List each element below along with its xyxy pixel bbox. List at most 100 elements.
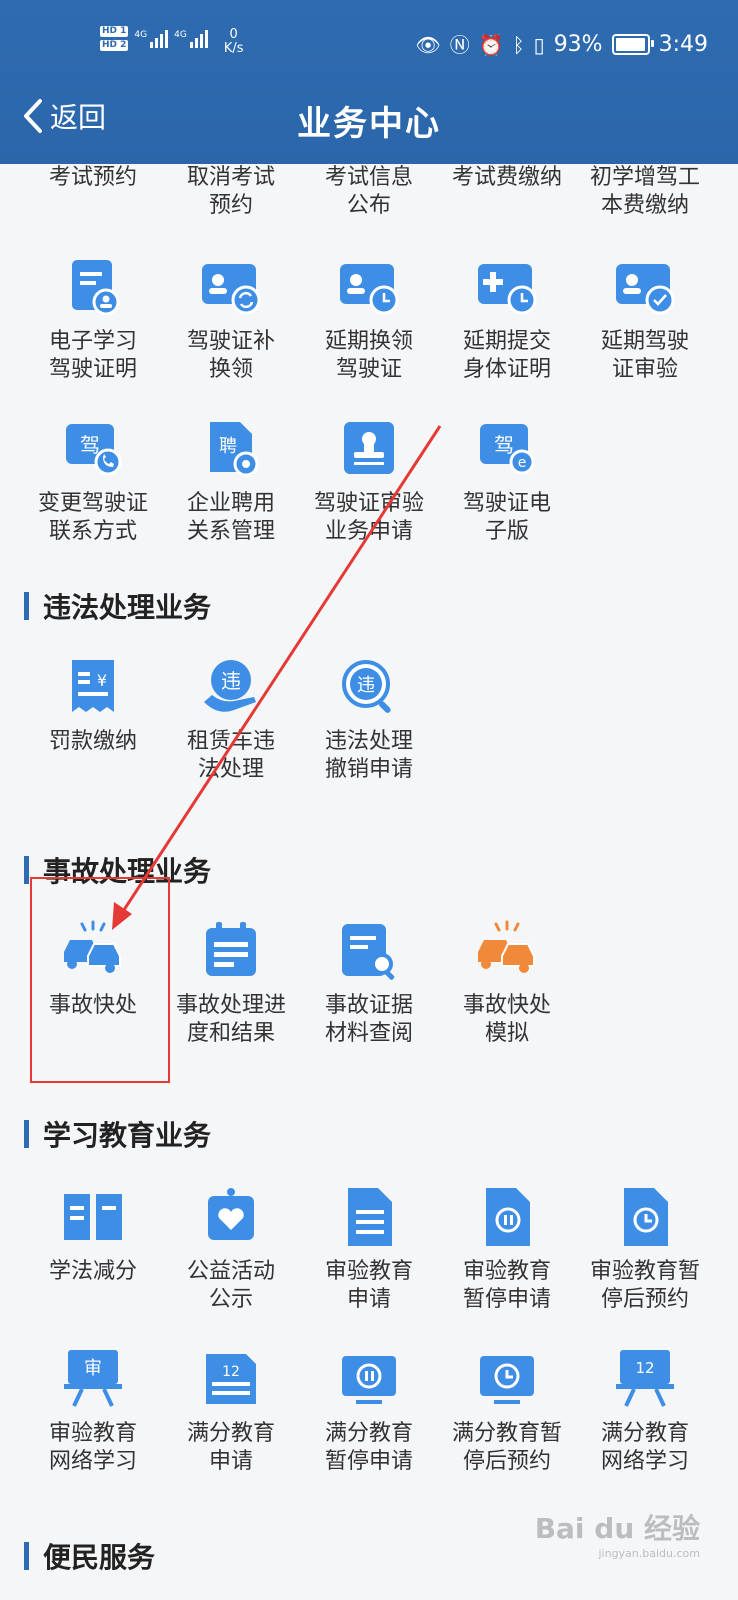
service-charity[interactable]: 公益活动 公示 [162, 1174, 300, 1336]
service-label: 驾驶证电 子版 [462, 491, 551, 544]
service-label: 审验教育 网络学习 [48, 1421, 137, 1474]
clock-time: 3:49 [658, 32, 708, 57]
hd2-badge: HD 2 [100, 40, 129, 51]
nav-bar: 返回 业务中心 [0, 92, 738, 148]
service-label: 事故处理进 度和结果 [175, 993, 286, 1046]
bluetooth-icon: ᛒ [512, 32, 525, 57]
section-label: 便民服务 [43, 1541, 156, 1574]
service-change-contact[interactable]: 驾 变更驾驶证 联系方式 [24, 406, 162, 568]
net1-label: 4G [134, 30, 148, 40]
service-rental-violation[interactable]: 违 租赁车违 法处理 [162, 644, 300, 806]
svg-text:12: 12 [635, 1359, 654, 1377]
service-label: 延期提交 身体证明 [462, 329, 551, 382]
service-delay-renewal[interactable]: 延期换领 驾驶证 [300, 244, 438, 406]
driver-license-grid: 电子学习 驾驶证明 驾驶证补 换领 延期换领 驾驶证 延期提交 身体证明 延期驾… [24, 244, 714, 568]
service-label: 满分教育 网络学习 [600, 1421, 689, 1474]
hd1-badge: HD 1 [100, 26, 129, 37]
service-label: 审验教育 申请 [324, 1259, 413, 1312]
service-label: 变更驾驶证 联系方式 [37, 491, 148, 544]
battery-percent: 93% [553, 32, 603, 57]
content: 考试预约 取消考试 预约 考试信息 公布 考试费缴纳 初学增驾工 本费缴纳 电子… [0, 164, 738, 1600]
service-accident-simulation[interactable]: 事故快处 模拟 [438, 908, 576, 1070]
svg-text:驾: 驾 [494, 433, 514, 457]
service-full-score-resume[interactable]: 满分教育暂 停后预约 [438, 1336, 576, 1498]
service-label: 取消考试 预约 [186, 165, 275, 218]
hand-violation-icon: 违 [204, 660, 256, 712]
service-full-score-online[interactable]: 12 满分教育 网络学习 [576, 1336, 714, 1498]
card-check-icon [616, 264, 675, 315]
service-full-score-apply[interactable]: 12 满分教育 申请 [162, 1336, 300, 1498]
service-review-edu-apply[interactable]: 审验教育 申请 [300, 1174, 438, 1336]
stamp-icon [344, 422, 394, 474]
service-label: 满分教育 申请 [186, 1421, 275, 1474]
service-label: 租赁车违 法处理 [186, 729, 275, 782]
service-learner-fee[interactable]: 初学增驾工 本费缴纳 [576, 164, 714, 244]
service-label: 考试预约 [48, 165, 137, 190]
service-study-deduct[interactable]: 学法减分 [24, 1174, 162, 1336]
service-review-apply[interactable]: 驾驶证审验 业务申请 [300, 406, 438, 568]
car-crash-orange-icon [478, 920, 535, 973]
board-shen-icon: 审 [64, 1350, 122, 1407]
service-review-edu-online[interactable]: 审 审验教育 网络学习 [24, 1336, 162, 1498]
service-fine-payment[interactable]: ¥ 罚款缴纳 [24, 644, 162, 806]
section-title-violation: 违法处理业务 [24, 586, 211, 626]
service-review-edu-resume[interactable]: 审验教育暂 停后预约 [576, 1174, 714, 1336]
service-exam-info[interactable]: 考试信息 公布 [300, 164, 438, 244]
doc-12-icon: 12 [206, 1354, 256, 1404]
hd-badges: HD 1 HD 2 [100, 26, 129, 51]
service-label: 延期驾驶 证审验 [600, 329, 689, 382]
service-violation-revoke[interactable]: 违 违法处理 撤销申请 [300, 644, 438, 806]
service-employment[interactable]: 聘 企业聘用 关系管理 [162, 406, 300, 568]
section-bar [24, 592, 29, 620]
header: HD 1 HD 2 4G 4G 0 K/s 👁 Ⓝ ⏰ ᛒ ▯ 93% 3:49… [0, 0, 738, 164]
service-delay-review[interactable]: 延期驾驶 证审验 [576, 244, 714, 406]
doc-clock-icon [624, 1188, 668, 1246]
status-right: 👁 Ⓝ ⏰ ᛒ ▯ 93% 3:49 [415, 32, 708, 57]
page-title: 业务中心 [297, 104, 441, 144]
service-full-score-pause[interactable]: 满分教育 暂停申请 [300, 1336, 438, 1498]
violation-grid: ¥ 罚款缴纳 违 租赁车违 法处理 违 违法处理 撤销申请 [24, 644, 714, 806]
card-clock-icon [340, 264, 399, 315]
signal1-icon: 4G [134, 30, 169, 48]
service-label: 考试信息 公布 [324, 165, 413, 218]
medical-clock-icon [478, 264, 537, 315]
service-license-replace[interactable]: 驾驶证补 换领 [162, 244, 300, 406]
section-bar [24, 1120, 29, 1148]
service-label: 考试费缴纳 [451, 165, 562, 190]
service-exam-fee[interactable]: 考试费缴纳 [438, 164, 576, 244]
service-label: 事故快处 模拟 [462, 993, 551, 1046]
service-label: 罚款缴纳 [48, 729, 137, 754]
book-icon [64, 1194, 122, 1240]
violation-search-icon: 违 [342, 660, 391, 713]
service-review-edu-pause[interactable]: 审验教育 暂停申请 [438, 1174, 576, 1336]
service-accident-progress[interactable]: 事故处理进 度和结果 [162, 908, 300, 1070]
service-label: 企业聘用 关系管理 [186, 491, 275, 544]
service-label: 事故证据 材料查阅 [324, 993, 413, 1046]
nfc-icon: Ⓝ [449, 32, 470, 57]
net-speed: 0 K/s [224, 28, 244, 56]
service-exam-booking[interactable]: 考试预约 [24, 164, 162, 244]
service-label: 延期换领 驾驶证 [324, 329, 413, 382]
service-label: 违法处理 撤销申请 [324, 729, 413, 782]
signal2-icon: 4G [174, 30, 208, 48]
section-bar [24, 1542, 29, 1570]
battery-icon [611, 34, 654, 55]
service-label: 学法减分 [48, 1259, 137, 1284]
service-label: 审验教育 暂停申请 [462, 1259, 551, 1312]
service-e-learning-proof[interactable]: 电子学习 驾驶证明 [24, 244, 162, 406]
section-title-convenience: 便民服务 [24, 1536, 155, 1576]
service-label: 初学增驾工 本费缴纳 [589, 165, 700, 218]
net2-label: 4G [174, 30, 187, 40]
heart-hand-icon [208, 1188, 254, 1240]
net-speed-unit: K/s [223, 41, 244, 56]
svg-text:¥: ¥ [97, 671, 107, 690]
section-title-education: 学习教育业务 [24, 1114, 211, 1154]
watermark-brand: Bai du 经验 [534, 1512, 700, 1545]
service-e-license[interactable]: 驾e 驾驶证电 子版 [438, 406, 576, 568]
service-delay-medical[interactable]: 延期提交 身体证明 [438, 244, 576, 406]
service-cancel-exam[interactable]: 取消考试 预约 [162, 164, 300, 244]
section-bar [24, 856, 29, 884]
status-left: HD 1 HD 2 4G 4G 0 K/s [100, 22, 244, 56]
service-accident-evidence[interactable]: 事故证据 材料查阅 [300, 908, 438, 1070]
pause-board-icon [342, 1356, 396, 1404]
